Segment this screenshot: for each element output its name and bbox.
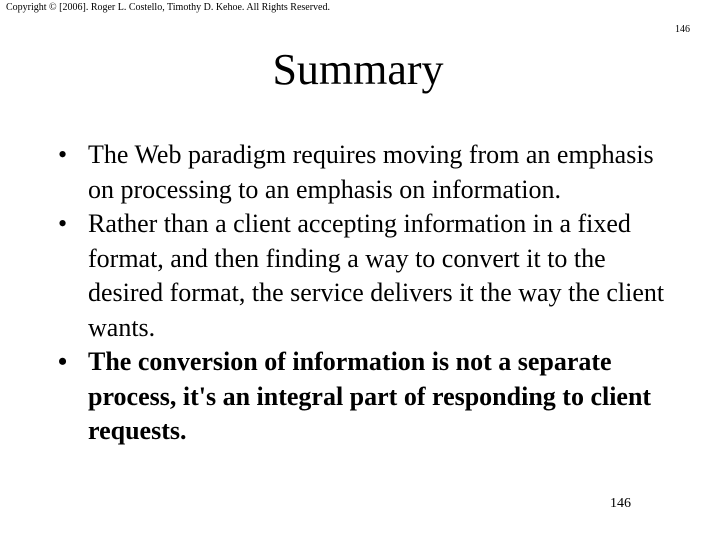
copyright-notice: Copyright © [2006]. Roger L. Costello, T… xyxy=(6,2,330,13)
slide-title: Summary xyxy=(272,45,444,94)
bullet-icon: • xyxy=(58,347,68,376)
bullet-item: • The conversion of information is not a… xyxy=(58,345,678,449)
page-number-bottom: 146 xyxy=(610,496,631,511)
page-number-top: 146 xyxy=(675,24,690,35)
bullet-icon: • xyxy=(58,209,68,238)
bullet-icon: • xyxy=(58,140,68,169)
bullet-text: Rather than a client accepting informati… xyxy=(88,209,665,342)
bullet-item: • The Web paradigm requires moving from … xyxy=(58,138,678,207)
bullet-list: • The Web paradigm requires moving from … xyxy=(58,138,678,449)
bullet-text: The Web paradigm requires moving from an… xyxy=(88,140,654,204)
bullet-text: The conversion of information is not a s… xyxy=(88,347,652,445)
bullet-item: • Rather than a client accepting informa… xyxy=(58,207,678,345)
